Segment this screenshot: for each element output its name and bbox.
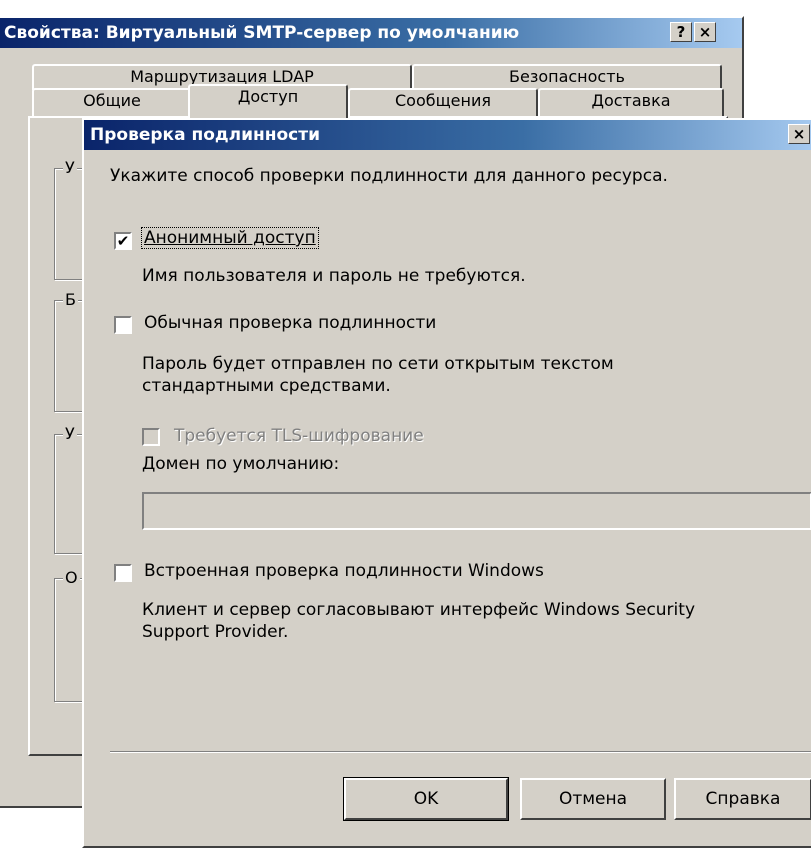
close-icon[interactable]: × (694, 22, 716, 42)
integrated-auth-description-line2: Support Provider. (142, 622, 289, 642)
button-separator (110, 751, 811, 753)
dialog-close-icon[interactable]: × (788, 124, 810, 144)
default-domain-input[interactable] (142, 492, 811, 530)
tab-general[interactable]: Общие (32, 88, 192, 118)
checkmark-icon: ✔ (116, 232, 130, 250)
cancel-button[interactable]: Отмена (520, 778, 666, 820)
tab-messages[interactable]: Сообщения (348, 88, 538, 118)
integrated-windows-auth-checkbox[interactable] (114, 564, 132, 582)
tls-required-checkbox[interactable] (142, 428, 160, 446)
help-dialog-button[interactable]: Справка (674, 778, 811, 820)
tab-access[interactable]: Доступ (188, 84, 348, 118)
authentication-dialog: Проверка подлинности × Укажите способ пр… (82, 118, 811, 848)
properties-title-bar[interactable]: Свойства: Виртуальный SMTP-сервер по умо… (0, 18, 742, 48)
properties-title: Свойства: Виртуальный SMTP-сервер по умо… (4, 23, 520, 43)
integrated-windows-auth-label[interactable]: Встроенная проверка подлинности Windows (144, 561, 544, 581)
anonymous-access-label[interactable]: Анонимный доступ (141, 227, 319, 249)
ok-button[interactable]: OK (343, 777, 509, 821)
dialog-title-bar[interactable]: Проверка подлинности × (84, 120, 811, 150)
help-button[interactable]: ? (670, 22, 692, 42)
tls-required-label: Требуется TLS-шифрование (174, 426, 424, 446)
integrated-auth-description-line1: Клиент и сервер согласовывают интерфейс … (142, 600, 695, 620)
instruction-text: Укажите способ проверки подлинности для … (110, 166, 668, 186)
basic-auth-description-line1: Пароль будет отправлен по сети открытым … (142, 354, 614, 374)
dialog-title: Проверка подлинности (90, 125, 320, 145)
tab-delivery[interactable]: Доставка (538, 88, 724, 118)
anonymous-access-description: Имя пользователя и пароль не требуются. (142, 266, 526, 286)
anonymous-access-checkbox[interactable]: ✔ (114, 232, 132, 250)
tab-security[interactable]: Безопасность (412, 64, 722, 90)
basic-auth-checkbox[interactable] (114, 316, 132, 334)
basic-auth-label[interactable]: Обычная проверка подлинности (144, 313, 436, 333)
basic-auth-description-line2: стандартными средствами. (142, 376, 391, 396)
default-domain-label: Домен по умолчанию: (142, 454, 340, 474)
